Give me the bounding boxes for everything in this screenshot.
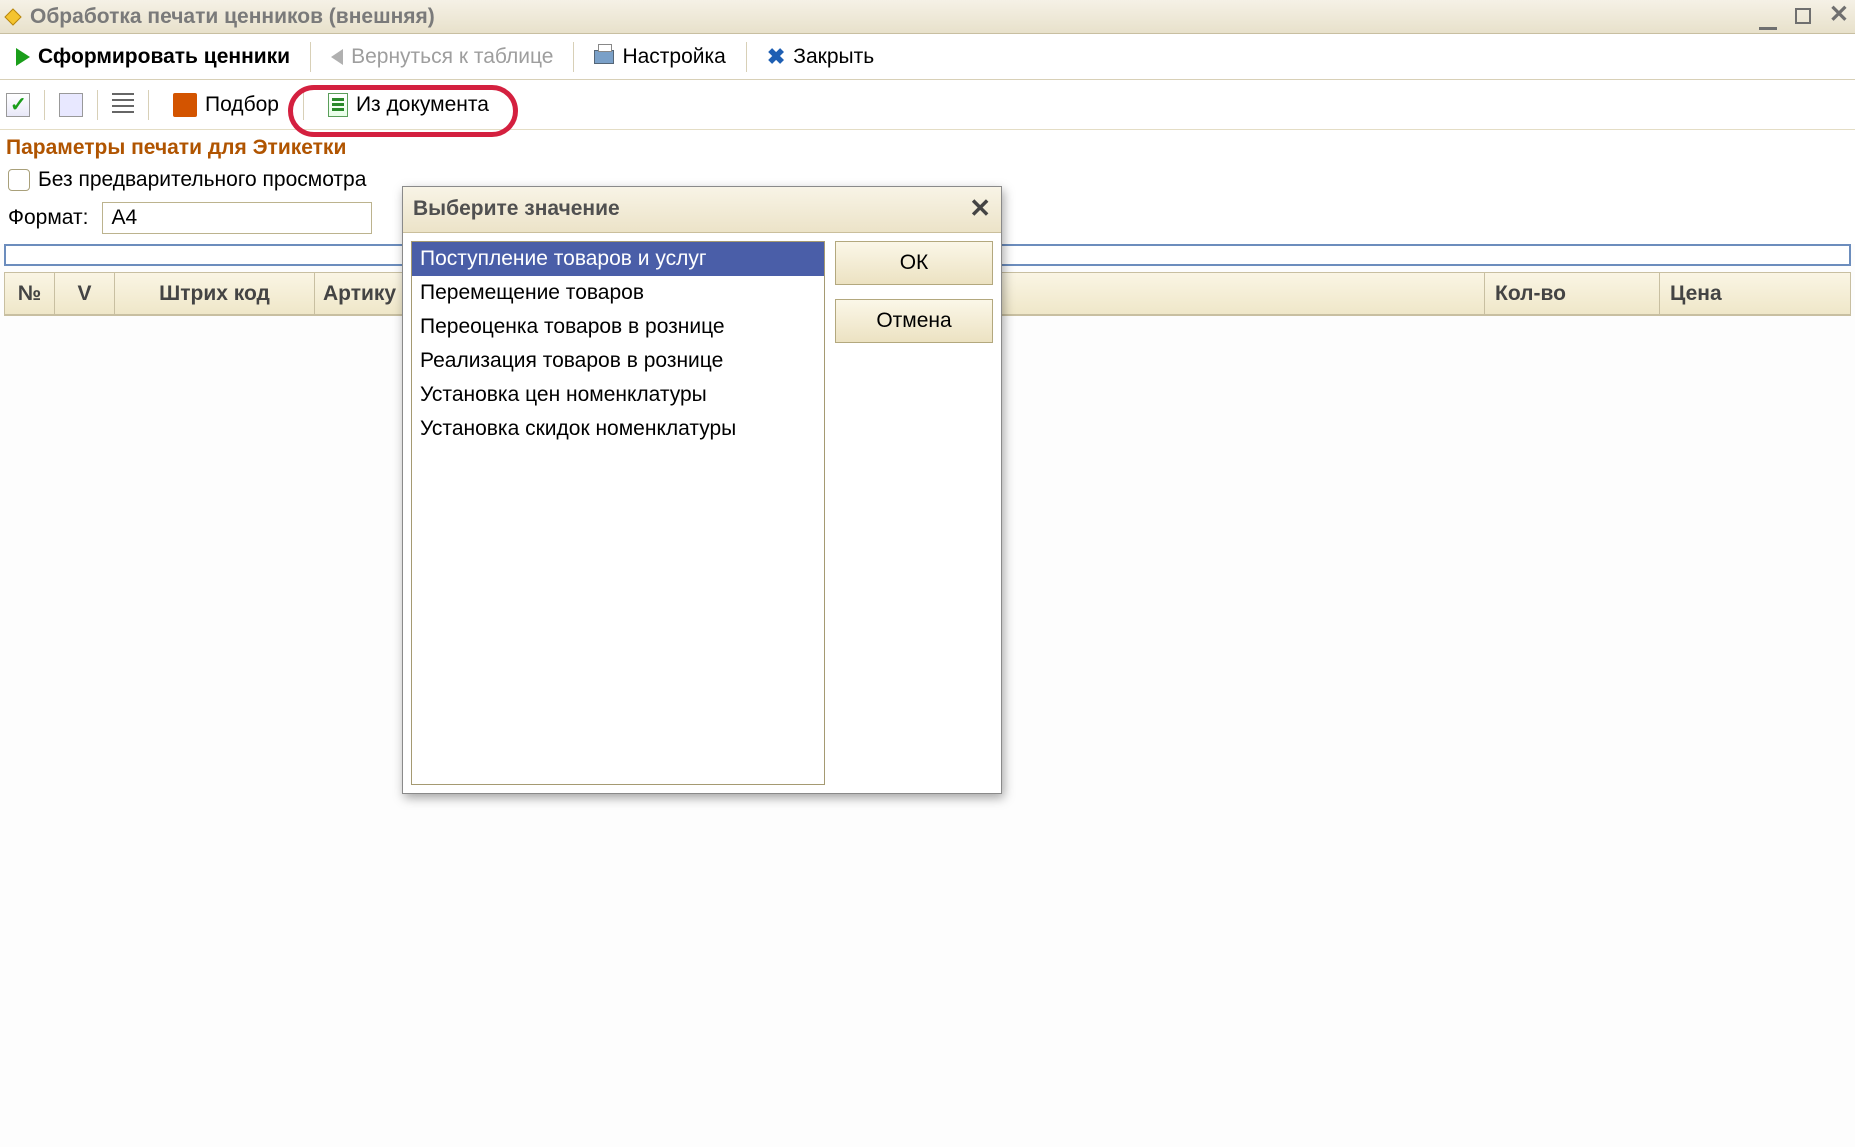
close-window-button[interactable]: ✕ [1829, 5, 1849, 25]
list-item[interactable]: Реализация товаров в рознице [412, 344, 824, 378]
settings-label: Настройка [622, 45, 725, 69]
select-value-dialog: Выберите значение ✕ Поступление товаров … [402, 186, 1002, 794]
cancel-label: Отмена [876, 309, 951, 333]
ok-button[interactable]: ОК [835, 241, 993, 285]
close-button[interactable]: ✖ Закрыть [757, 40, 884, 74]
pick-button[interactable]: Подбор [163, 89, 289, 121]
list-item[interactable]: Установка скидок номенклатуры [412, 412, 824, 446]
back-to-table-label: Вернуться к таблице [351, 45, 553, 69]
column-header-price[interactable]: Цена [1660, 273, 1850, 314]
toolbar-separator [148, 90, 149, 120]
toolbar-separator [746, 42, 747, 72]
list-item[interactable]: Поступление товаров и услуг [412, 242, 824, 276]
document-green-icon [328, 93, 348, 117]
list-item[interactable]: Установка цен номенклатуры [412, 378, 824, 412]
value-listbox[interactable]: Поступление товаров и услугПеремещение т… [411, 241, 825, 785]
printer-icon [594, 50, 614, 64]
copies-icon[interactable] [59, 93, 83, 117]
toolbar-separator [310, 42, 311, 72]
primary-toolbar: Сформировать ценники Вернуться к таблице… [0, 34, 1855, 80]
book-icon [173, 93, 197, 117]
close-label: Закрыть [793, 45, 874, 69]
no-preview-checkbox[interactable] [8, 169, 30, 191]
minimize-icon [1759, 27, 1777, 30]
column-header-barcode[interactable]: Штрих код [115, 273, 315, 314]
generate-tags-label: Сформировать ценники [38, 45, 290, 69]
format-label: Формат: [8, 206, 88, 230]
dialog-close-button[interactable]: ✕ [969, 193, 991, 224]
restore-icon [1795, 8, 1811, 24]
close-x-icon: ✖ [767, 44, 785, 70]
play-icon [16, 48, 30, 66]
dialog-titlebar: Выберите значение ✕ [403, 187, 1001, 233]
back-to-table-button[interactable]: Вернуться к таблице [321, 41, 563, 73]
column-header-qty[interactable]: Кол-во [1485, 273, 1660, 314]
settings-button[interactable]: Настройка [584, 41, 735, 73]
pick-label: Подбор [205, 93, 279, 117]
column-header-v[interactable]: V [55, 273, 115, 314]
column-header-article[interactable]: Артику [315, 273, 405, 314]
check-all-icon[interactable] [6, 93, 30, 117]
secondary-toolbar: Подбор Из документа [0, 80, 1855, 130]
no-preview-label: Без предварительного просмотра [38, 168, 366, 192]
sort-icon[interactable] [112, 93, 134, 117]
from-document-label: Из документа [356, 93, 489, 117]
back-arrow-icon [331, 49, 343, 65]
window-title: Обработка печати ценников (внешняя) [30, 5, 1759, 29]
toolbar-separator [44, 90, 45, 120]
restore-button[interactable] [1795, 7, 1811, 27]
column-header-number[interactable]: № [5, 273, 55, 314]
cancel-button[interactable]: Отмена [835, 299, 993, 343]
window-titlebar: Обработка печати ценников (внешняя) ✕ [0, 0, 1855, 34]
ok-label: ОК [900, 251, 929, 275]
from-document-button[interactable]: Из документа [318, 89, 499, 121]
minimize-button[interactable] [1759, 7, 1777, 27]
toolbar-separator [573, 42, 574, 72]
format-input[interactable] [102, 202, 372, 234]
app-icon [4, 8, 22, 26]
toolbar-separator [97, 90, 98, 120]
generate-tags-button[interactable]: Сформировать ценники [6, 41, 300, 73]
dialog-title: Выберите значение [413, 197, 620, 221]
toolbar-separator [303, 90, 304, 120]
section-heading: Параметры печати для Этикетки [0, 130, 1855, 164]
list-item[interactable]: Перемещение товаров [412, 276, 824, 310]
list-item[interactable]: Переоценка товаров в рознице [412, 310, 824, 344]
